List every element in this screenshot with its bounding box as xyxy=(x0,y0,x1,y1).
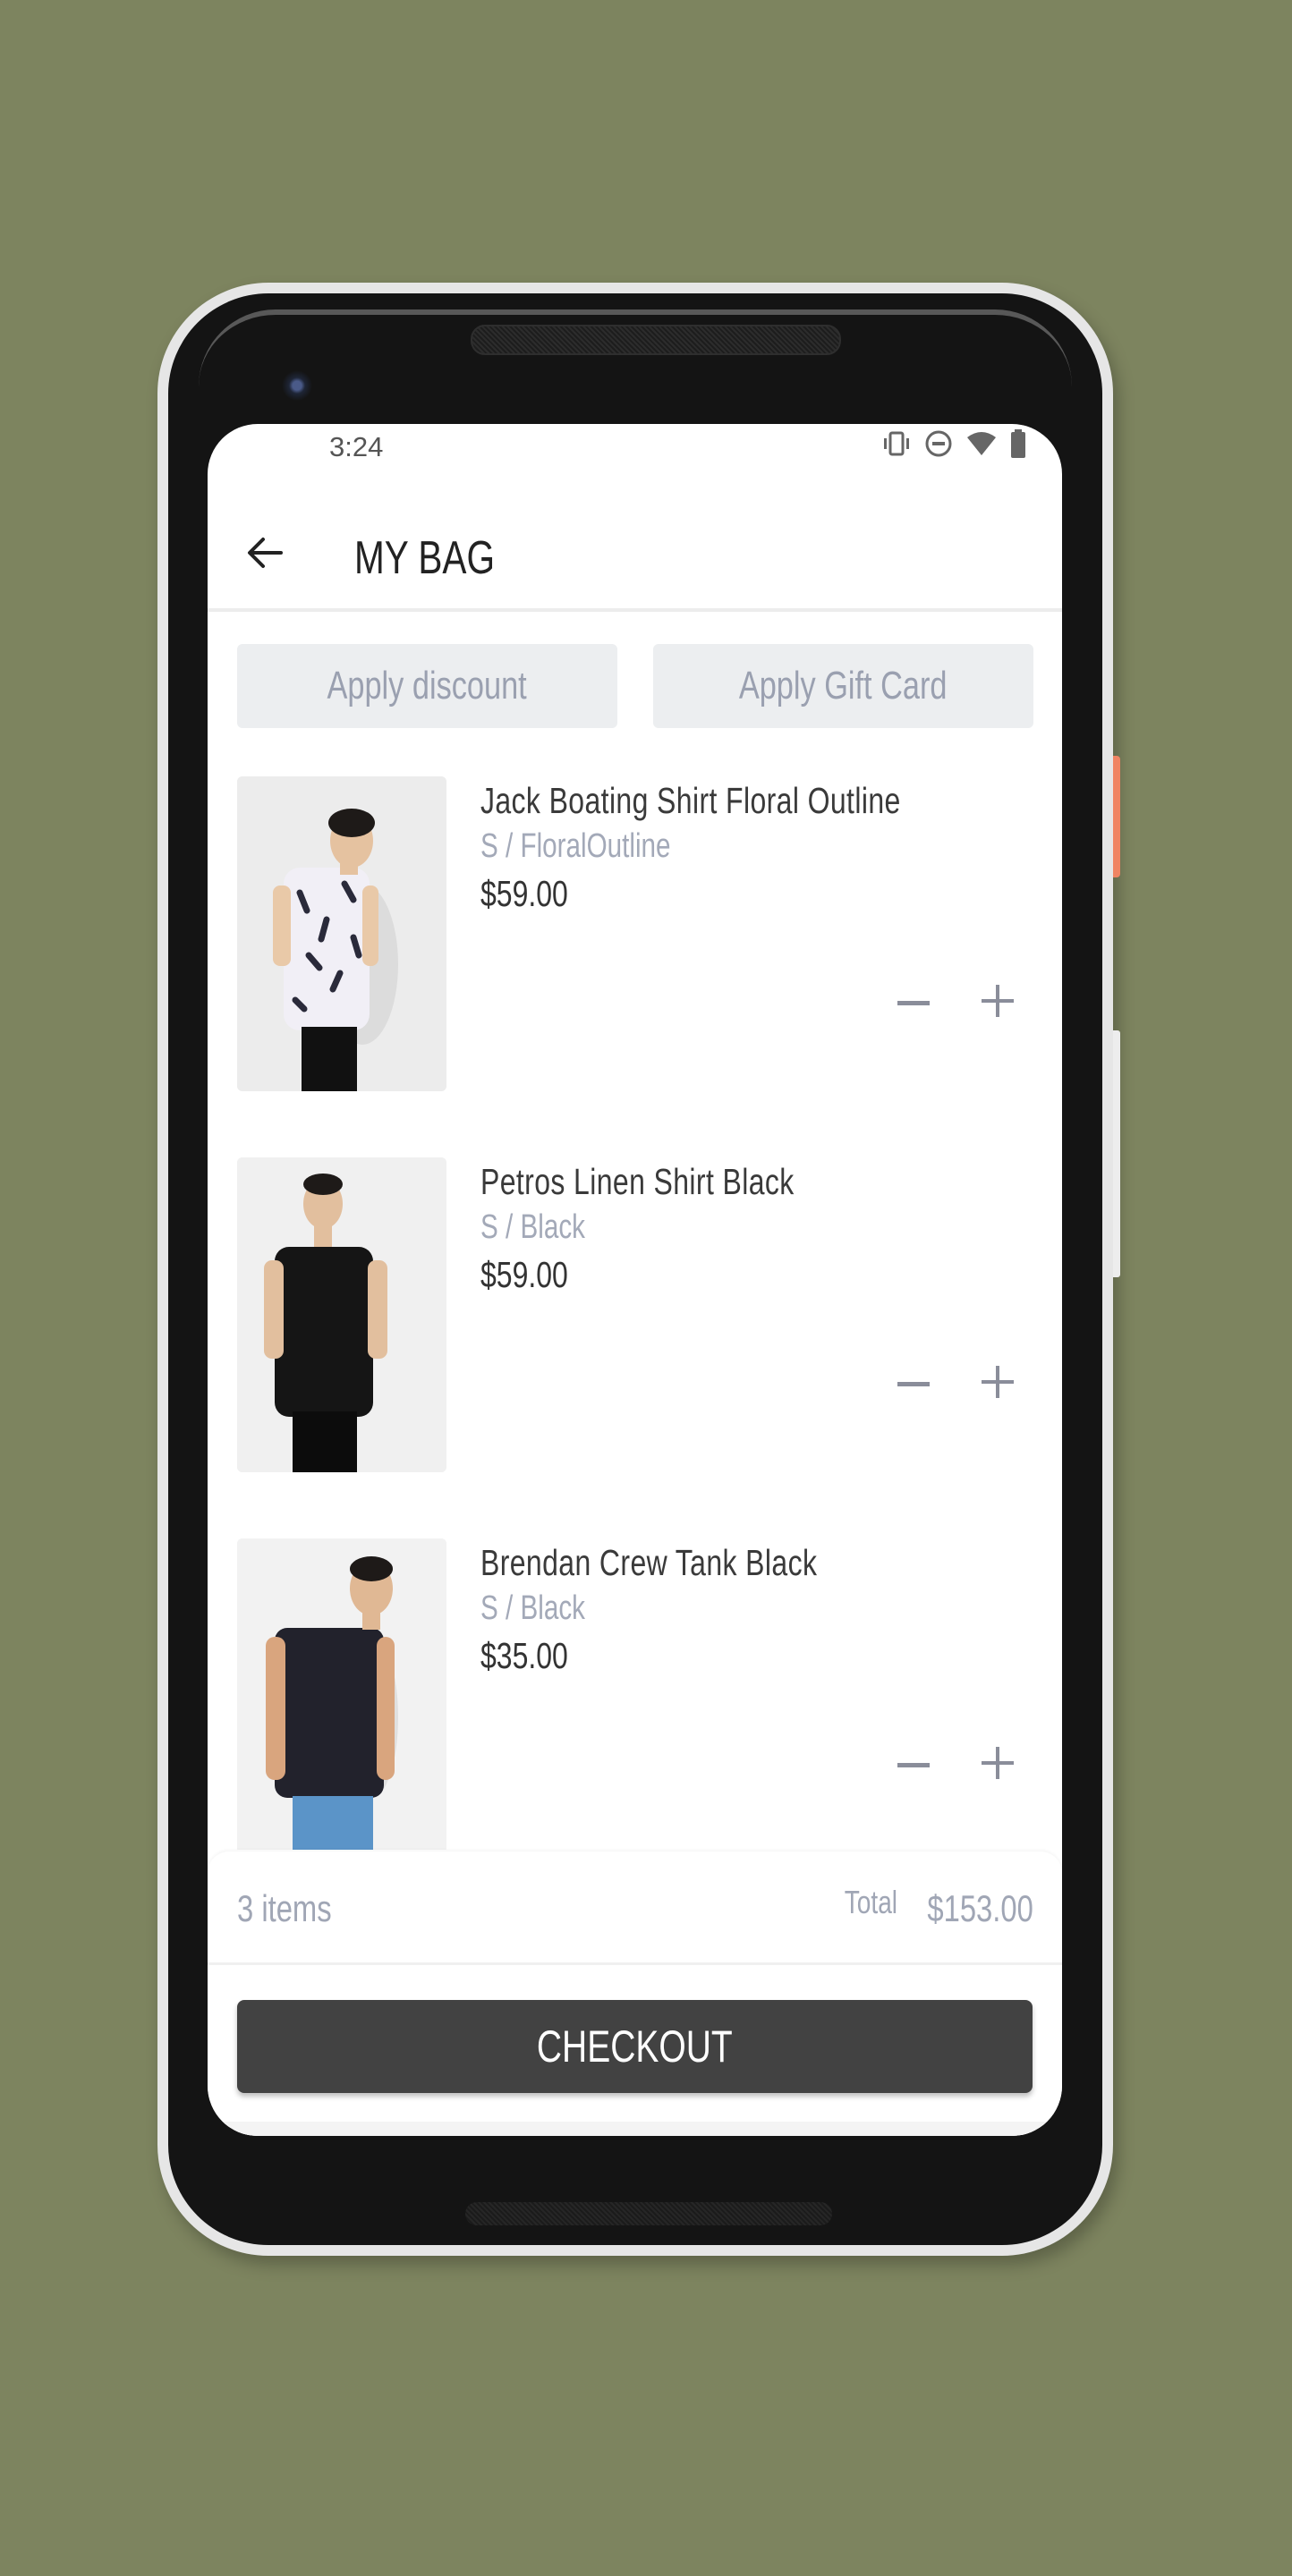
promo-actions: Apply discount Apply Gift Card xyxy=(237,644,1033,728)
page-title: MY BAG xyxy=(354,532,496,584)
increase-quantity-button[interactable] xyxy=(971,1737,1024,1791)
product-price: $59.00 xyxy=(480,873,568,914)
decrease-quantity-button[interactable] xyxy=(887,975,940,1029)
app-bar: MY BAG xyxy=(208,496,1062,612)
product-image[interactable] xyxy=(237,1157,446,1472)
volume-button xyxy=(1113,1030,1120,1277)
product-name[interactable]: Brendan Crew Tank Black xyxy=(480,1538,817,1587)
product-image[interactable] xyxy=(237,776,446,1091)
apply-discount-button[interactable]: Apply discount xyxy=(237,644,617,728)
cart-list[interactable]: Jack Boating Shirt Floral Outline S / Fl… xyxy=(208,776,1062,1850)
plus-icon xyxy=(982,1746,1014,1782)
cart-item: Brendan Crew Tank Black S / Black $35.00 xyxy=(237,1538,1033,1850)
total-value: $153.00 xyxy=(927,1887,1033,1929)
product-image[interactable] xyxy=(237,1538,446,1850)
apply-gift-card-label: Apply Gift Card xyxy=(739,664,948,708)
do-not-disturb-icon xyxy=(924,429,953,462)
decrease-quantity-button[interactable] xyxy=(887,1737,940,1791)
product-price: $35.00 xyxy=(480,1635,568,1676)
status-icons xyxy=(881,429,1026,462)
minus-icon xyxy=(897,1377,930,1390)
plus-icon xyxy=(982,1365,1014,1401)
decrease-quantity-button[interactable] xyxy=(887,1356,940,1410)
product-name[interactable]: Petros Linen Shirt Black xyxy=(480,1157,795,1206)
front-camera-icon xyxy=(282,365,312,402)
checkout-label: CHECKOUT xyxy=(537,2021,733,2072)
screen: 3:24 MY BAG Apply discount Apply Gift Ca… xyxy=(208,424,1062,2136)
product-price: $59.00 xyxy=(480,1254,568,1295)
plus-icon xyxy=(982,984,1014,1020)
cart-item: Jack Boating Shirt Floral Outline S / Fl… xyxy=(237,776,1033,1091)
product-variant: S / FloralOutline xyxy=(480,827,671,865)
order-summary: 3 items Total $153.00 xyxy=(237,1884,1033,1945)
divider xyxy=(208,1962,1062,1965)
wifi-icon xyxy=(965,430,998,462)
earpiece-speaker xyxy=(471,325,841,355)
increase-quantity-button[interactable] xyxy=(971,1356,1024,1410)
apply-gift-card-button[interactable]: Apply Gift Card xyxy=(653,644,1033,728)
vibrate-icon xyxy=(881,430,912,462)
arrow-left-icon xyxy=(245,535,285,575)
status-time: 3:24 xyxy=(329,431,384,462)
cart-item: Petros Linen Shirt Black S / Black $59.0… xyxy=(237,1157,1033,1472)
product-name[interactable]: Jack Boating Shirt Floral Outline xyxy=(480,776,901,825)
checkout-button[interactable]: CHECKOUT xyxy=(237,2000,1033,2093)
status-bar: 3:24 xyxy=(208,424,1062,474)
battery-icon xyxy=(1010,429,1026,462)
checkout-footer: 3 items Total $153.00 CHECKOUT xyxy=(208,1852,1062,2136)
item-count: 3 items xyxy=(237,1887,332,1929)
product-variant: S / Black xyxy=(480,1208,585,1246)
product-variant: S / Black xyxy=(480,1589,585,1627)
navigation-bar xyxy=(208,2122,1062,2136)
back-button[interactable] xyxy=(240,530,290,580)
total-label: Total xyxy=(844,1884,897,1920)
bottom-speaker xyxy=(465,2202,832,2225)
minus-icon xyxy=(897,996,930,1009)
power-button xyxy=(1113,756,1120,877)
increase-quantity-button[interactable] xyxy=(971,975,1024,1029)
apply-discount-label: Apply discount xyxy=(327,664,528,708)
minus-icon xyxy=(897,1758,930,1771)
